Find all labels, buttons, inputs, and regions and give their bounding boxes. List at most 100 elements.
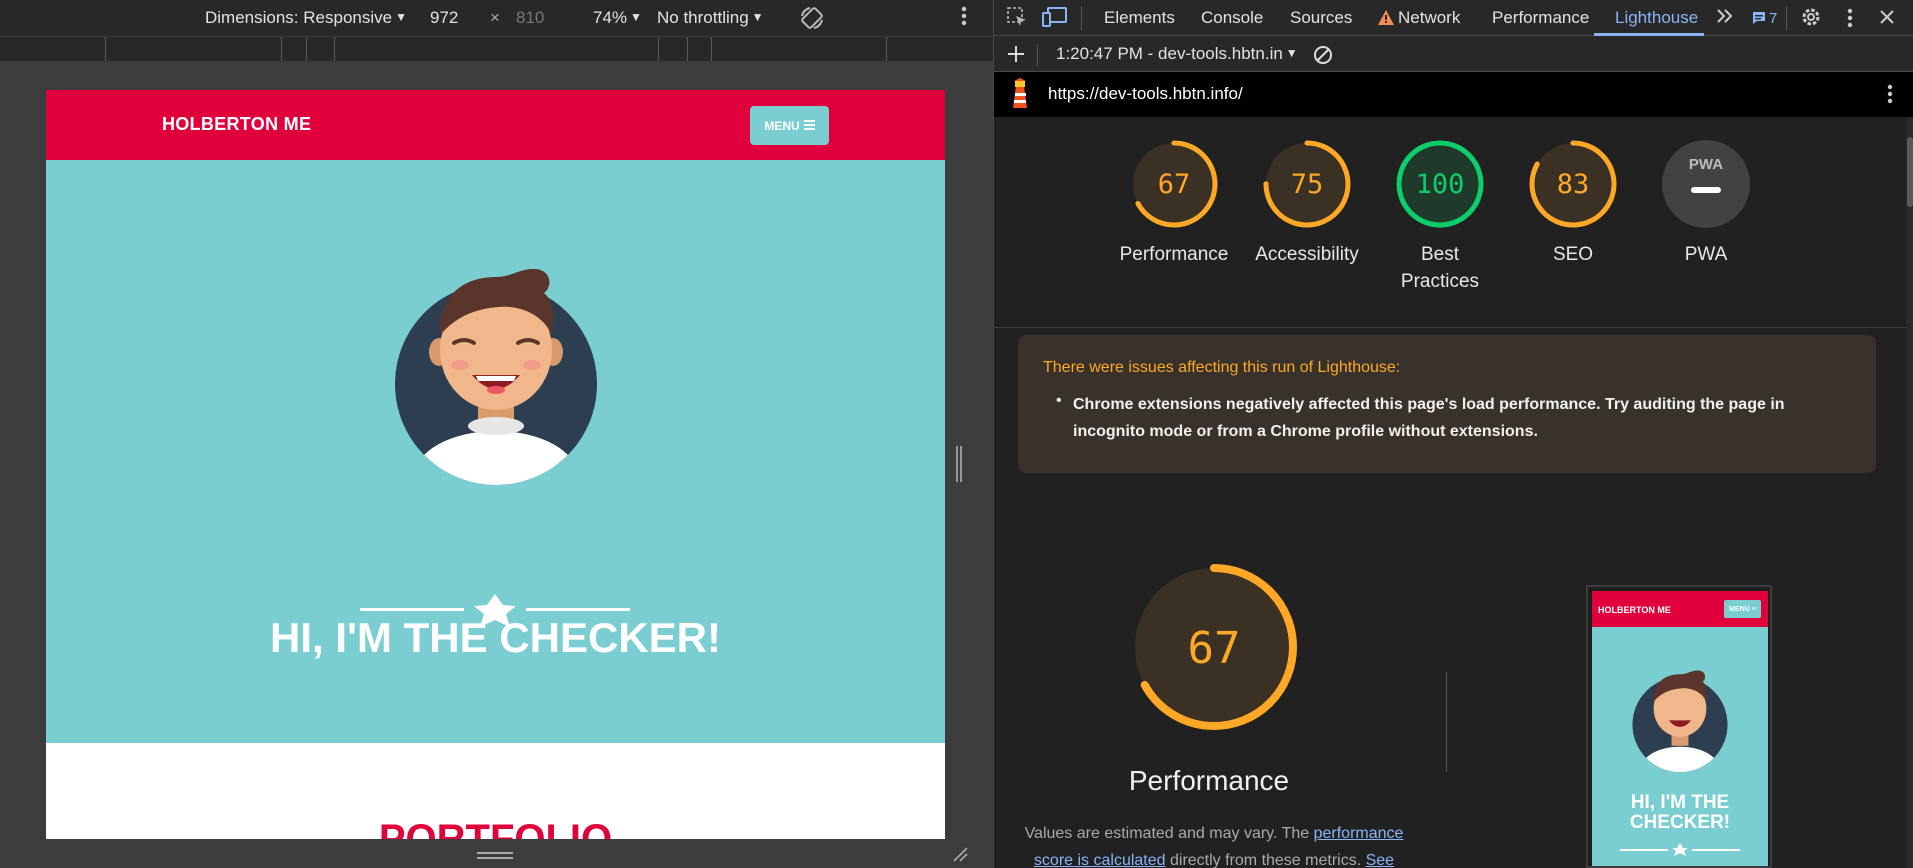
screenshot-avatar: [1632, 663, 1728, 778]
gauge-seo: 83: [1529, 140, 1617, 228]
warnings-box: There were issues affecting this run of …: [1018, 335, 1876, 473]
site-logo[interactable]: HOLBERTON ME: [162, 114, 311, 135]
score-performance[interactable]: 67 Performance: [1119, 139, 1229, 268]
ruler-tick: [281, 37, 282, 61]
devtools-tabbar: Elements Console Sources Network Perform…: [994, 0, 1913, 36]
dimensions-select[interactable]: Dimensions: Responsive ▼: [205, 8, 407, 28]
caret-down-icon: ▼: [751, 10, 764, 24]
report-scrollbar[interactable]: [1906, 117, 1913, 868]
portfolio-section: PORTFOLIO: [46, 743, 945, 839]
emulated-page-viewport[interactable]: HOLBERTON ME MENU HI, I'M THE CHECKER! P…: [46, 90, 945, 839]
rotate-icon[interactable]: [798, 4, 826, 37]
see-link[interactable]: See: [1366, 852, 1394, 868]
more-options-icon[interactable]: [960, 4, 968, 33]
ruler-tick: [886, 37, 887, 61]
issues-counter[interactable]: 7: [1752, 8, 1777, 30]
inspect-element-icon[interactable]: [1006, 6, 1028, 33]
tab-network[interactable]: Network: [1378, 8, 1460, 30]
close-icon[interactable]: [1878, 6, 1896, 33]
performance-gauge-large: 67: [1129, 562, 1299, 737]
tab-lighthouse[interactable]: Lighthouse: [1615, 8, 1698, 28]
more-options-icon[interactable]: [1846, 6, 1854, 35]
device-emulation-pane: Dimensions: Responsive ▼ 972 × 810 74% ▼ N…: [0, 0, 993, 868]
gauge-value-perf: 67: [1158, 169, 1191, 200]
screenshot-logo: HOLBERTON ME: [1598, 605, 1671, 615]
settings-gear-icon[interactable]: [1800, 6, 1822, 33]
warning-icon: [1378, 10, 1394, 30]
pwa-badge-text: PWA: [1689, 156, 1723, 173]
score-accessibility[interactable]: 75 Accessibility: [1252, 139, 1362, 268]
zoom-select[interactable]: 74% ▼: [593, 8, 642, 28]
media-query-ruler[interactable]: [0, 36, 993, 62]
screenshot-title: HI, I'M THE CHECKER!: [1629, 792, 1731, 833]
devtools-panel: Elements Console Sources Network Perform…: [993, 0, 1913, 868]
resize-handle[interactable]: [955, 446, 963, 482]
throttling-label: No throttling: [657, 8, 749, 27]
tab-sources[interactable]: Sources: [1290, 8, 1352, 28]
width-input[interactable]: 972: [430, 8, 458, 28]
audited-url[interactable]: https://dev-tools.hbtn.info/: [1048, 84, 1243, 104]
score-best-practices[interactable]: 100 Best Practices: [1385, 139, 1495, 295]
throttling-select[interactable]: No throttling ▼: [657, 8, 764, 28]
star-icon: [474, 594, 516, 627]
pwa-dash: [1691, 187, 1721, 193]
clear-icon[interactable]: [1312, 44, 1334, 71]
report-select-label: 1:20:47 PM - dev-tools.hbtn.in: [1056, 44, 1283, 63]
menu-label: MENU: [764, 118, 800, 133]
more-tabs-icon[interactable]: [1716, 6, 1734, 31]
lighthouse-logo-icon: [1009, 78, 1031, 115]
warning-item: Chrome extensions negatively affected th…: [1073, 396, 1785, 440]
score-label-performance: Performance: [1119, 244, 1229, 265]
ruler-tick: [105, 37, 106, 61]
gauge-value-a11y: 75: [1291, 169, 1324, 200]
report-select[interactable]: 1:20:47 PM - dev-tools.hbtn.in ▼: [1056, 44, 1298, 64]
score-seo[interactable]: 83 SEO: [1518, 139, 1628, 268]
tab-elements[interactable]: Elements: [1104, 8, 1175, 28]
tab-console[interactable]: Console: [1201, 8, 1263, 28]
performance-title: Performance: [1128, 765, 1290, 796]
score-label-best-practices: Best Practices: [1400, 244, 1480, 292]
scrollbar-thumb[interactable]: [1907, 137, 1913, 207]
score-pwa[interactable]: PWA PWA: [1651, 139, 1761, 268]
toolbar-divider: [1081, 6, 1082, 30]
final-screenshot[interactable]: HOLBERTON ME MENU ≡ HI, I'M THE CHECKER!: [1586, 585, 1772, 868]
message-icon: [1752, 10, 1766, 30]
avatar: [394, 255, 598, 490]
ruler-tick: [711, 37, 712, 61]
gauge-value-seo: 83: [1557, 169, 1590, 200]
vertical-divider: [1446, 672, 1447, 772]
portfolio-title: PORTFOLIO: [378, 817, 613, 839]
lighthouse-url-bar: https://dev-tools.hbtn.info/: [994, 72, 1913, 117]
screenshot-header: HOLBERTON ME MENU ≡: [1592, 591, 1768, 627]
device-toggle-icon[interactable]: [1042, 6, 1068, 33]
toolbar-divider: [1786, 6, 1787, 30]
lighthouse-report: 67 Performance 75 Accessibility 100 Best…: [994, 117, 1906, 868]
height-input[interactable]: 810: [516, 8, 544, 28]
gauge-value-bp: 100: [1416, 169, 1465, 200]
gauge-bg-pwa: [1662, 140, 1750, 228]
plus-icon[interactable]: [1006, 44, 1026, 69]
gauge-performance: 67: [1130, 140, 1218, 228]
drag-handle-icon[interactable]: [477, 848, 513, 866]
score-label-accessibility: Accessibility: [1255, 244, 1359, 265]
tab-network-label: Network: [1398, 8, 1461, 27]
section-divider: [994, 327, 1906, 328]
score-label-seo: SEO: [1552, 244, 1594, 265]
lighthouse-toolbar: 1:20:47 PM - dev-tools.hbtn.in ▼: [994, 36, 1913, 72]
caret-down-icon: ▼: [395, 10, 407, 24]
gauge-best-practices: 100: [1396, 140, 1484, 228]
more-options-icon[interactable]: [1886, 82, 1894, 111]
screenshot-page: HOLBERTON ME MENU ≡ HI, I'M THE CHECKER!: [1592, 591, 1768, 866]
dimensions-label: Dimensions: Responsive: [205, 8, 393, 27]
corner-resize-icon[interactable]: [952, 846, 968, 867]
screenshot-menu: MENU ≡: [1724, 600, 1761, 618]
ruler-tick: [334, 37, 335, 61]
big-gauge-value: 67: [1188, 623, 1241, 674]
gauge-pwa: PWA: [1662, 140, 1750, 228]
site-menu-button[interactable]: MENU: [750, 106, 829, 145]
gauge-accessibility: 75: [1263, 140, 1351, 228]
warnings-title: There were issues affecting this run of …: [1043, 359, 1401, 376]
desc-text: directly from these metrics.: [1165, 852, 1366, 868]
tab-performance[interactable]: Performance: [1492, 8, 1589, 28]
star-divider: [360, 592, 630, 627]
